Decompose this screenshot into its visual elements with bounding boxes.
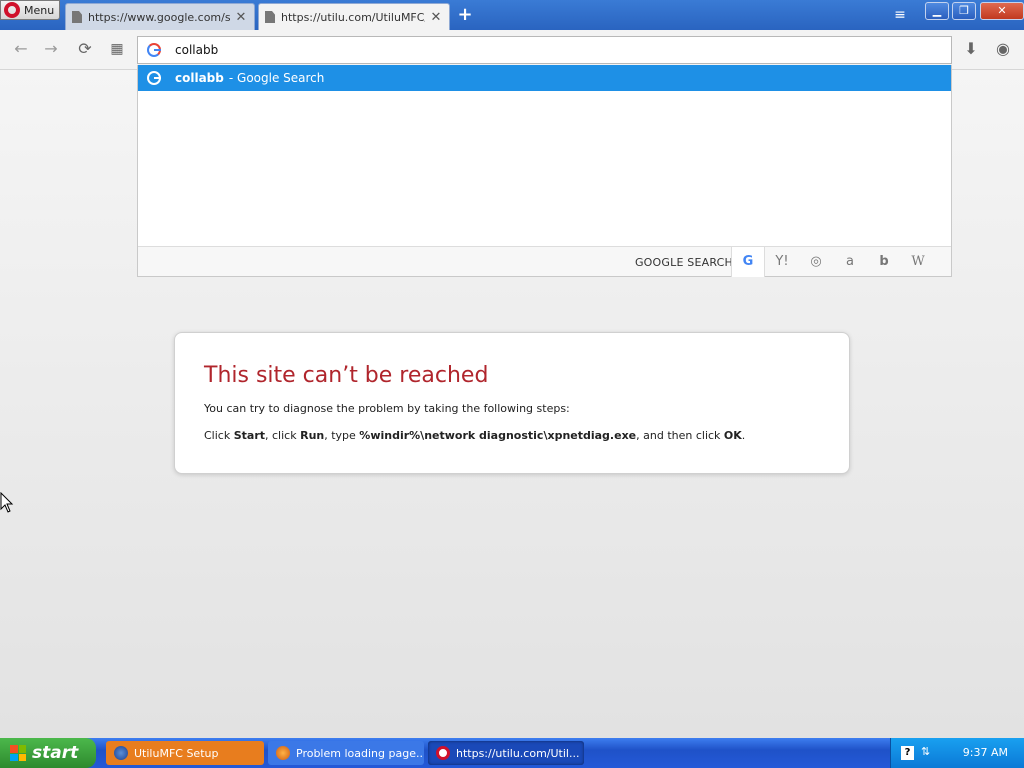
document-icon — [72, 11, 82, 23]
taskbar-item-utilumfc-setup[interactable]: UtiluMFC Setup — [106, 741, 264, 765]
amazon-engine-icon[interactable]: a — [833, 247, 867, 277]
start-label: start — [32, 743, 79, 763]
menu-label: Menu — [24, 3, 55, 17]
firefox-icon — [276, 746, 290, 760]
error-intro: You can try to diagnose the problem by t… — [204, 402, 570, 415]
clock: 9:37 AM — [962, 746, 1008, 759]
task-label: UtiluMFC Setup — [134, 746, 219, 760]
system-tray: ? ⇅ 9:37 AM — [890, 738, 1024, 768]
windows-logo-icon — [10, 745, 26, 761]
reload-icon[interactable]: ⟳ — [75, 39, 95, 59]
tab-title: https://utilu.com/UtiluMFC/ i — [281, 10, 425, 24]
duckduckgo-engine-icon[interactable]: ◎ — [799, 247, 833, 277]
windows-taskbar: start UtiluMFC Setup Problem loading pag… — [0, 738, 1024, 768]
network-icon[interactable]: ⇅ — [921, 745, 930, 758]
taskbar-item-firefox[interactable]: Problem loading page... — [268, 741, 424, 765]
account-icon[interactable]: ◉ — [993, 39, 1013, 59]
task-label: https://utilu.com/Util... — [456, 746, 580, 760]
google-icon — [147, 43, 161, 57]
start-button[interactable]: start — [0, 738, 96, 768]
error-card: This site can’t be reached You can try t… — [174, 332, 850, 474]
address-input[interactable] — [175, 43, 951, 57]
wikipedia-engine-icon[interactable]: W — [901, 247, 935, 277]
taskbar-item-opera[interactable]: https://utilu.com/Util... — [428, 741, 584, 765]
forward-arrow-icon[interactable]: → — [41, 39, 61, 59]
help-icon[interactable]: ? — [901, 746, 914, 760]
search-engines-bar: GOOGLE SEARCH G Y! ◎ a b W — [138, 246, 951, 277]
tab-title: https://www.google.com/se — [88, 10, 230, 24]
suggestion-google-search[interactable]: collabb - Google Search — [138, 65, 951, 91]
document-icon — [265, 11, 275, 23]
yahoo-engine-icon[interactable]: Y! — [765, 247, 799, 277]
maximize-button[interactable]: ❐ — [952, 2, 976, 20]
address-bar[interactable] — [137, 36, 952, 64]
opera-logo-icon — [4, 2, 20, 18]
tab-utilu[interactable]: https://utilu.com/UtiluMFC/ i ✕ — [258, 3, 450, 30]
google-engine-icon[interactable]: G — [731, 247, 765, 277]
bing-engine-icon[interactable]: b — [867, 247, 901, 277]
minimize-button[interactable]: ▁ — [925, 2, 949, 20]
address-suggestions: collabb - Google Search GOOGLE SEARCH G … — [137, 65, 952, 277]
tab-close-icon[interactable]: ✕ — [429, 10, 443, 25]
error-steps: Click Start, click Run, type %windir%\ne… — [204, 429, 746, 442]
suggestion-query: collabb — [175, 71, 224, 85]
search-engine-label[interactable]: GOOGLE SEARCH — [635, 256, 733, 269]
browser-titlebar: Menu https://www.google.com/se ✕ https:/… — [0, 0, 1024, 30]
error-title: This site can’t be reached — [204, 363, 489, 388]
tab-close-icon[interactable]: ✕ — [234, 10, 248, 25]
task-label: Problem loading page... — [296, 746, 424, 760]
speed-dial-icon[interactable]: ▦ — [107, 39, 127, 59]
opera-icon — [436, 746, 450, 760]
close-window-button[interactable]: ✕ — [980, 2, 1024, 20]
back-arrow-icon[interactable]: ← — [11, 39, 31, 59]
google-icon — [147, 71, 161, 85]
suggestion-suffix: - Google Search — [228, 71, 325, 85]
tab-menu-icon[interactable]: ≡ — [890, 7, 910, 23]
new-tab-button[interactable]: + — [455, 5, 475, 25]
navigation-toolbar: ← → ⟳ ▦ ⬇ ◉ — [0, 30, 1024, 70]
setup-icon — [114, 746, 128, 760]
opera-menu-button[interactable]: Menu — [0, 0, 60, 20]
download-icon[interactable]: ⬇ — [961, 39, 981, 59]
tab-google-search[interactable]: https://www.google.com/se ✕ — [65, 3, 255, 30]
